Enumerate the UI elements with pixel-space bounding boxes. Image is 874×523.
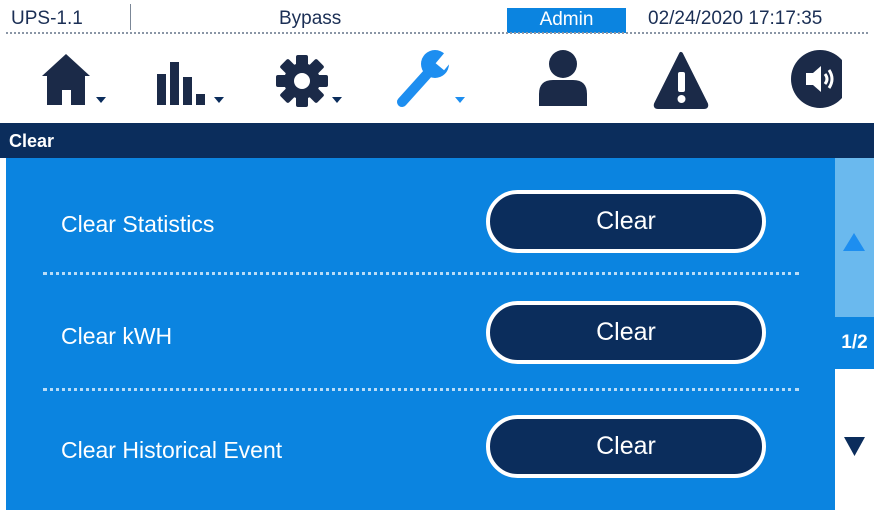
clear-settings-panel: Clear Statistics Clear Clear kWH Clear C… xyxy=(6,158,835,510)
scroll-up-button[interactable] xyxy=(835,158,874,317)
warning-icon xyxy=(653,52,709,109)
list-item: Clear kWH Clear xyxy=(6,270,835,370)
nav-alarm-button[interactable] xyxy=(624,42,724,116)
page-title: Clear xyxy=(9,131,55,151)
main-nav xyxy=(0,42,874,116)
page-indicator: 1/2 xyxy=(835,317,874,369)
status-bar: UPS-1.1 Bypass Admin 02/24/2020 17:17:35 xyxy=(0,0,874,34)
nav-sound-button[interactable] xyxy=(742,42,842,116)
down-arrow-icon xyxy=(844,437,865,456)
list-item: Clear Statistics Clear xyxy=(6,158,835,258)
clear-statistics-button[interactable]: Clear xyxy=(486,190,766,253)
chevron-down-icon xyxy=(214,97,224,103)
clear-kwh-label: Clear kWH xyxy=(61,323,173,349)
date-time: 02/24/2020 17:17:35 xyxy=(648,8,823,29)
nav-statistics-button[interactable] xyxy=(154,42,254,116)
user-level-badge[interactable]: Admin xyxy=(507,8,626,33)
speaker-icon xyxy=(791,50,842,108)
user-icon xyxy=(539,50,587,106)
clear-kwh-button[interactable]: Clear xyxy=(486,301,766,364)
gear-icon xyxy=(276,55,342,107)
nav-maintenance-button[interactable] xyxy=(389,42,489,116)
device-name: UPS-1.1 xyxy=(11,8,83,29)
nav-home-button[interactable] xyxy=(36,42,136,116)
list-item: Clear Historical Event Clear xyxy=(6,384,835,484)
up-arrow-icon xyxy=(843,233,865,251)
home-icon xyxy=(42,54,106,105)
bar-chart-icon xyxy=(157,62,224,105)
chevron-down-icon xyxy=(332,97,342,103)
status-divider xyxy=(130,4,131,30)
wrench-icon xyxy=(397,49,465,107)
clear-statistics-label: Clear Statistics xyxy=(61,211,215,237)
ups-mode: Bypass xyxy=(279,8,342,29)
nav-user-button[interactable] xyxy=(508,42,608,116)
status-separator xyxy=(6,32,868,34)
chevron-down-icon xyxy=(455,97,465,103)
clear-historical-event-button[interactable]: Clear xyxy=(486,415,766,478)
chevron-down-icon xyxy=(96,97,106,103)
clear-historical-event-label: Clear Historical Event xyxy=(61,437,283,463)
page-title-bar: Clear xyxy=(0,123,874,158)
nav-settings-button[interactable] xyxy=(272,42,372,116)
scroll-down-button[interactable] xyxy=(835,369,874,510)
